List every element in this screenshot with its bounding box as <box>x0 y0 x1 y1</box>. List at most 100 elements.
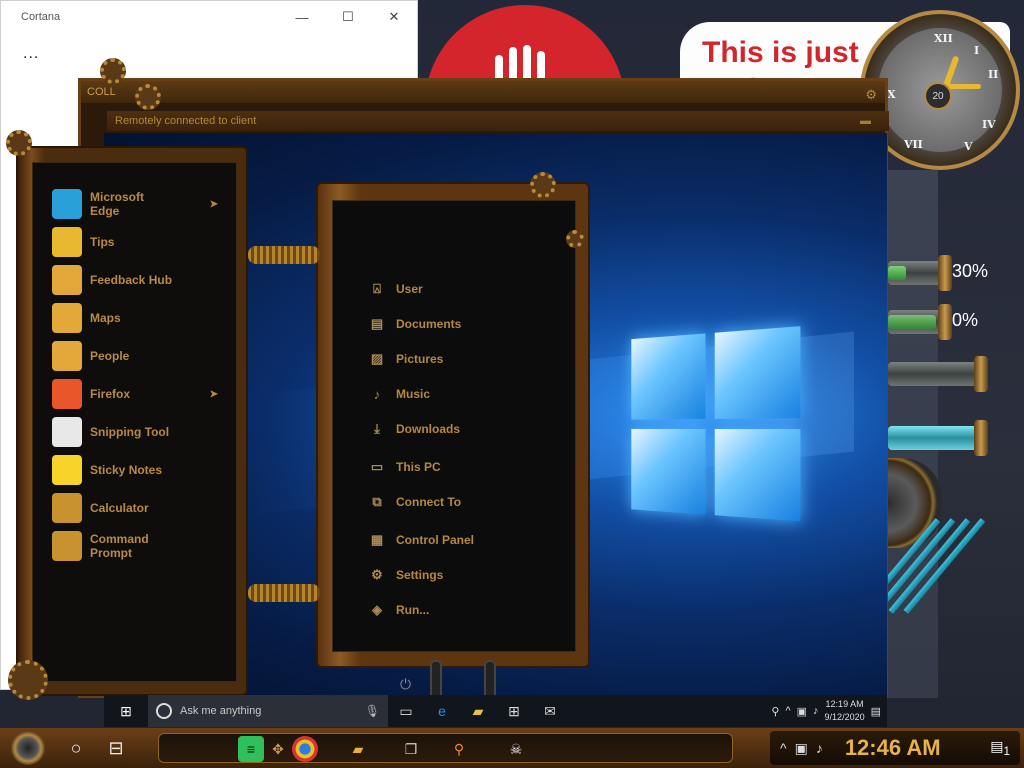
start-menu-item[interactable]: Sticky Notes <box>52 452 242 488</box>
tray-clock[interactable]: 12:19 AM 9/12/2020 <box>825 698 865 724</box>
start-menu-item-label: Tips <box>90 235 114 249</box>
mail-icon[interactable]: ✉ <box>532 695 568 727</box>
network-icon[interactable]: ▣ <box>795 740 808 757</box>
clock-numeral: II <box>988 68 999 81</box>
start-menu-item[interactable]: Command Prompt <box>52 528 242 564</box>
start-menu-item-label: Firefox <box>90 387 130 401</box>
places-menu-item[interactable]: ◈ Run... <box>368 597 429 623</box>
maximize-button[interactable]: ☐ <box>325 1 371 33</box>
label-line: Microsoft <box>90 190 144 204</box>
submenu-arrow-icon: ➤ <box>209 198 218 210</box>
minimize-icon[interactable]: ▬ <box>860 111 871 131</box>
places-menu-item[interactable]: ⚙ Settings <box>368 562 443 588</box>
start-menu-item[interactable]: People <box>52 338 242 374</box>
start-menu-item[interactable]: Snipping Tool <box>52 414 242 450</box>
places-menu-item[interactable]: ♪ Music <box>368 381 430 407</box>
label-line: Sticky Notes <box>90 463 163 477</box>
clock-numeral: I <box>974 44 980 57</box>
tray-date: 9/12/2020 <box>824 712 865 722</box>
folder-icon[interactable]: ▰ <box>345 736 371 762</box>
people-icon[interactable]: ⚲ <box>771 705 779 718</box>
more-options-button[interactable]: ... <box>23 45 39 63</box>
power-icon[interactable]: ⏻ <box>400 676 411 693</box>
start-menu-item-label: Calculator <box>90 501 149 515</box>
close-button[interactable]: ✕ <box>371 1 417 33</box>
steampunk-orb-icon <box>11 731 45 765</box>
remote-titlebar[interactable]: COLL ⚙ <box>81 81 885 103</box>
label-line: People <box>90 349 130 363</box>
volume-icon[interactable]: ♪ <box>816 740 823 756</box>
spring-connector <box>248 246 320 264</box>
clock-numeral: VII <box>904 138 923 151</box>
gear-icon <box>530 172 556 198</box>
gauge-fill <box>888 266 906 280</box>
start-menu-item[interactable]: Maps <box>52 300 242 336</box>
task-view-icon[interactable]: ⊟ <box>96 728 136 768</box>
microphone-icon[interactable]: 🎙 <box>365 704 380 718</box>
label-line: Edge <box>90 204 120 218</box>
gauge-tube <box>888 356 998 392</box>
start-menu-item-label: Microsoft Edge <box>90 190 144 218</box>
terminal-icon <box>52 531 82 561</box>
notes-app-icon[interactable]: ≡ <box>238 736 264 762</box>
folder-icon[interactable]: ▰ <box>460 695 496 727</box>
gauge-tube <box>888 420 998 456</box>
windows-start-icon[interactable]: ⊞ <box>104 695 148 727</box>
start-menu-item[interactable]: Calculator <box>52 490 242 526</box>
chrome-icon[interactable] <box>292 736 318 762</box>
windows-logo <box>631 326 803 530</box>
edge-icon <box>52 189 82 219</box>
cable-connector <box>484 660 496 700</box>
places-menu-item[interactable]: ▦ Control Panel <box>368 527 474 553</box>
chevron-up-icon[interactable]: ^ <box>780 740 787 756</box>
places-menu-item[interactable]: ▭ This PC <box>368 454 441 480</box>
notification-icon[interactable]: ▤1 <box>990 738 1010 758</box>
notification-icon[interactable]: ▤ <box>871 705 881 718</box>
places-menu-item[interactable]: ▤ Documents <box>368 311 462 337</box>
user-icon: ⍓ <box>373 281 381 296</box>
gear-tool-icon[interactable]: ✥ <box>265 736 291 762</box>
music-icon: ♪ <box>373 386 381 402</box>
start-menu-item[interactable]: Microsoft Edge ➤ <box>52 186 242 222</box>
minimize-button[interactable]: — <box>279 1 325 33</box>
gear-icon: ⚙ <box>371 567 383 582</box>
places-menu-item[interactable]: ⍓ User <box>368 276 423 302</box>
gear-icon <box>8 660 48 700</box>
network-icon[interactable]: ▣ <box>797 705 807 718</box>
maps-icon <box>52 303 82 333</box>
places-menu-item[interactable]: ▨ Pictures <box>368 346 444 372</box>
search-box[interactable]: Ask me anything 🎙 <box>148 695 388 727</box>
start-menu-item-label: Command Prompt <box>90 532 149 560</box>
start-menu-item[interactable]: Tips <box>52 224 242 260</box>
download-icon: ⤓ <box>374 421 380 436</box>
window-switch-icon[interactable]: ❐ <box>398 736 424 762</box>
label-line: Tips <box>90 235 115 249</box>
picture-icon: ▨ <box>370 351 384 366</box>
places-menu-item-label: Control Panel <box>396 533 475 547</box>
remote-title: COLL <box>87 86 116 98</box>
system-tray: ⚲ ^ ▣ ♪ 12:19 AM 9/12/2020 ▤ <box>771 698 887 724</box>
firefox-icon <box>52 379 82 409</box>
gear-icon <box>566 230 584 248</box>
store-icon[interactable]: ⊞ <box>496 695 532 727</box>
start-orb[interactable] <box>0 728 56 768</box>
label-line: Calculator <box>90 501 149 515</box>
start-menu-item[interactable]: Feedback Hub <box>52 262 242 298</box>
skull-icon[interactable]: ☠ <box>503 736 529 762</box>
lightbulb-icon <box>52 227 82 257</box>
gear-icon[interactable]: ⚙ <box>865 84 877 106</box>
host-clock[interactable]: 12:46 AM <box>845 735 941 761</box>
start-menu-item[interactable]: Firefox ➤ <box>52 376 242 412</box>
task-view-icon[interactable]: ▭ <box>388 695 424 727</box>
places-menu-item[interactable]: ⧉ Connect To <box>368 489 461 515</box>
chevron-up-icon[interactable]: ^ <box>785 705 790 717</box>
search-circle-icon[interactable]: ○ <box>56 728 96 768</box>
cpu-gauge: 30% <box>888 255 998 291</box>
volume-icon[interactable]: ♪ <box>813 705 819 717</box>
edge-icon[interactable]: e <box>424 695 460 727</box>
places-menu-item[interactable]: ⤓ Downloads <box>368 416 460 442</box>
label-line: Prompt <box>90 546 132 560</box>
computer-icon: ▭ <box>370 459 384 474</box>
label-line: Feedback Hub <box>90 273 173 287</box>
magnifier-icon[interactable]: ⚲ <box>446 736 472 762</box>
